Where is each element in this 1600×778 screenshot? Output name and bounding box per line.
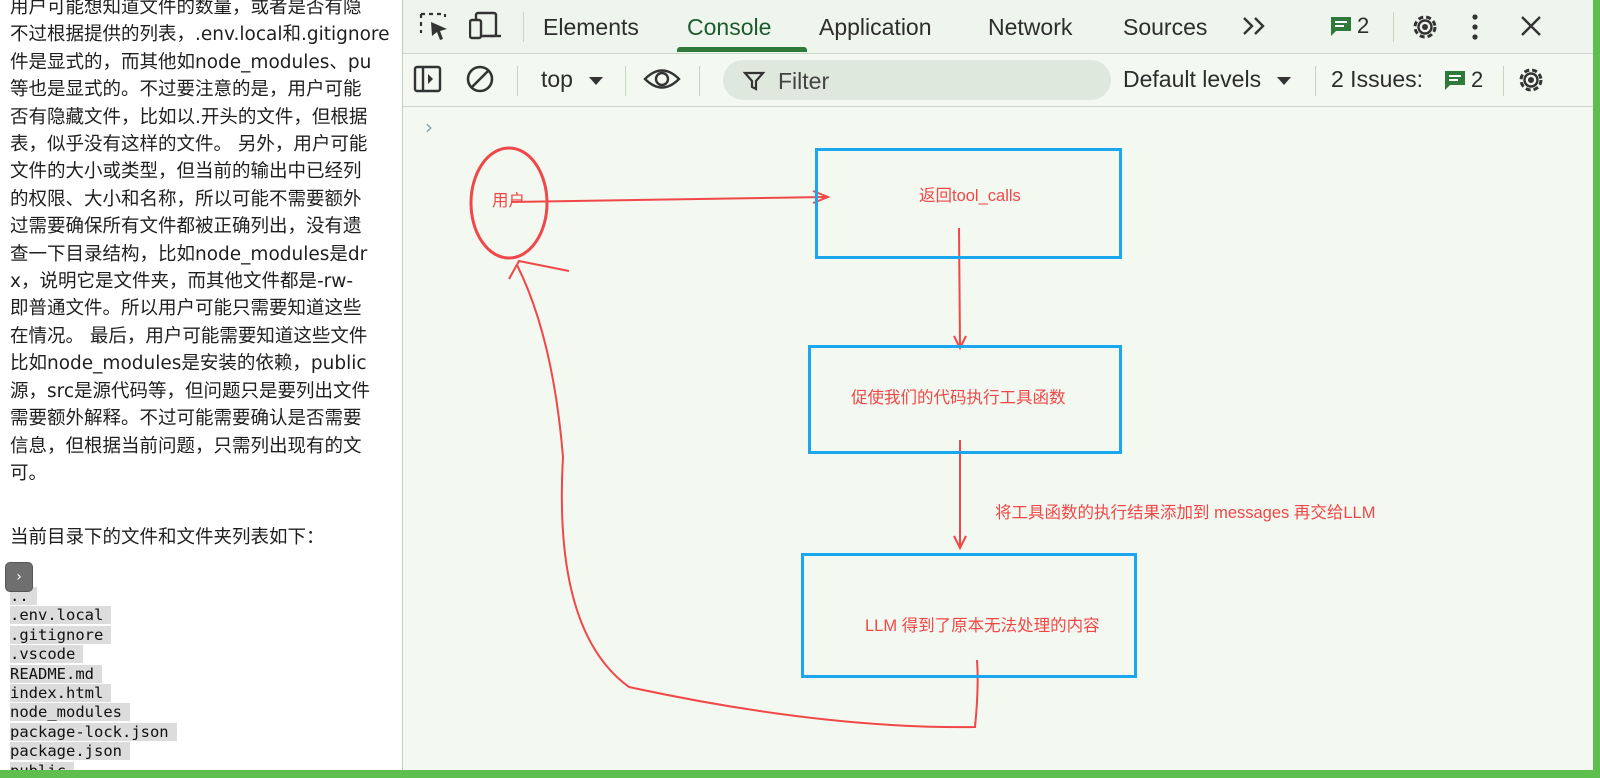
clear-console-icon[interactable]: [465, 64, 495, 94]
page-content: 用户可能想知道文件的数量，或者是否有隐 不过根据提供的列表，.env.local…: [0, 0, 402, 770]
paragraph-line: 表，似乎没有这样的文件。 另外，用户可能: [10, 134, 368, 156]
file-item: .vscode: [10, 645, 177, 664]
file-list-heading: 当前目录下的文件和文件夹列表如下：: [10, 527, 325, 548]
paragraph-line: 的权限、大小和名称，所以可能不需要额外: [10, 188, 362, 210]
file-item: package-lock.json: [10, 722, 177, 742]
box3-label: LLM 得到了原本无法处理的内容: [865, 617, 1100, 635]
log-levels-select[interactable]: Default levels: [1123, 66, 1293, 93]
paragraph-line: 源，src是源代码等，但问题只是要列出文件: [10, 380, 371, 402]
tab-application[interactable]: Application: [819, 14, 932, 41]
tab-elements[interactable]: Elements: [543, 14, 639, 41]
paragraph-line: 比如node_modules是安装的依赖，public: [10, 353, 367, 375]
active-tab-indicator: [677, 47, 807, 52]
answer-paragraph: 用户可能想知道文件的数量，或者是否有隐 不过根据提供的列表，.env.local…: [10, 0, 402, 487]
file-item: node_modules: [10, 703, 177, 722]
filter-icon: [743, 71, 765, 91]
tab-console[interactable]: Console: [687, 14, 771, 41]
paragraph-line: 件是显式的，而其他如node_modules、pu: [10, 51, 372, 73]
paragraph-line: 需要额外解释。不过可能需要确认是否需要: [10, 408, 362, 430]
live-expression-eye-icon[interactable]: [643, 66, 681, 92]
file-item: .env.local: [10, 606, 177, 625]
user-label: 用户: [492, 192, 525, 210]
divider: [523, 12, 524, 42]
issues-button[interactable]: 2 Issues:: [1331, 66, 1423, 93]
paragraph-line: 即普通文件。所以用户可能只需要知道这些: [10, 298, 362, 320]
file-list: .. .env.local .gitignore .vscode README.…: [10, 587, 177, 770]
divider: [1503, 66, 1504, 96]
file-item: README.md: [10, 664, 177, 684]
sidebar-toggle-icon[interactable]: [413, 64, 443, 94]
expand-chevron-icon[interactable]: ›: [6, 563, 32, 591]
chevron-down-icon: [589, 77, 604, 85]
tab-sources[interactable]: Sources: [1123, 14, 1207, 41]
device-toolbar-icon[interactable]: [469, 11, 503, 41]
divider: [1315, 66, 1316, 96]
paragraph-line: 可。: [10, 462, 48, 484]
devtools-panel: Elements Console Application Network Sou…: [402, 0, 1593, 770]
console-toolbar: top Filter Default levels 2 Issues: 2: [403, 54, 1593, 107]
context-select[interactable]: top: [541, 66, 605, 93]
message-count[interactable]: 2: [1357, 13, 1369, 39]
filter-input[interactable]: Filter: [723, 60, 1111, 100]
console-settings-gear-icon[interactable]: [1515, 64, 1547, 96]
paragraph-line: 用户可能想知道文件的数量，或者是否有隐: [10, 0, 362, 18]
settings-gear-icon[interactable]: [1409, 11, 1441, 43]
devtools-tabbar: Elements Console Application Network Sou…: [403, 0, 1593, 54]
box1-label: 返回tool_calls: [919, 187, 1021, 205]
more-options-icon[interactable]: [1469, 12, 1481, 42]
file-item: index.html: [10, 684, 177, 703]
file-item: public: [10, 761, 177, 770]
file-item: ..: [10, 587, 177, 606]
paragraph-line: 否有隐藏文件，比如以.开头的文件，但根据: [10, 106, 368, 128]
divider: [699, 66, 700, 96]
divider: [625, 66, 626, 96]
console-output[interactable]: › 用户 返回tool_calls 促使我们的代码执行工具函数 将工具函数的执行…: [403, 107, 1593, 770]
file-item: .gitignore: [10, 625, 177, 645]
inspect-element-icon[interactable]: [419, 12, 451, 42]
more-tabs-icon[interactable]: [1241, 15, 1269, 37]
paragraph-line: 查一下目录结构，比如node_modules是dr: [10, 243, 368, 265]
divider: [1393, 12, 1394, 42]
chevron-down-icon: [1277, 77, 1292, 85]
paragraph-line: 信息，但根据当前问题，只需列出现有的文: [10, 435, 362, 457]
paragraph-line: 过需要确保所有文件都被正确列出，没有遗: [10, 216, 362, 238]
filter-placeholder: Filter: [778, 68, 830, 94]
divider: [517, 66, 518, 96]
arrow-label: 将工具函数的执行结果添加到 messages 再交给LLM: [995, 504, 1376, 522]
log-levels-value: Default levels: [1123, 66, 1262, 92]
issues-message-icon: [1445, 71, 1465, 90]
file-item: package.json: [10, 742, 177, 761]
close-icon[interactable]: [1519, 14, 1543, 38]
issues-label: 2 Issues:: [1331, 66, 1424, 92]
arrow-user-to-box1: [510, 196, 826, 203]
context-select-value: top: [541, 66, 573, 92]
paragraph-line: 不过根据提供的列表，.env.local和.gitignore: [10, 24, 390, 46]
paragraph-line: 在情况。 最后，用户可能需要知道这些文件: [10, 325, 368, 347]
issues-count: 2: [1471, 67, 1484, 92]
paragraph-line: x，说明它是文件夹，而其他文件都是-rw-: [10, 271, 354, 293]
paragraph-line: 等也是显式的。不过要注意的是，用户可能: [10, 79, 362, 101]
message-icon[interactable]: [1329, 15, 1353, 37]
paragraph-line: 文件的大小或类型，但当前的输出中已经列: [10, 161, 362, 183]
box2-label: 促使我们的代码执行工具函数: [851, 389, 1066, 407]
tab-network[interactable]: Network: [988, 14, 1072, 41]
